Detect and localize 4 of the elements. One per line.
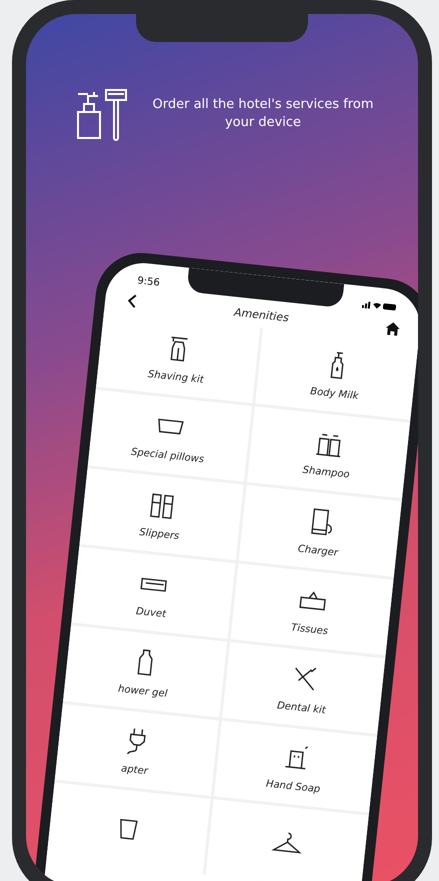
status-time: 9:56 <box>136 274 160 288</box>
promo-text: Order all the hotel's services from your device <box>152 96 374 132</box>
status-icons-icon <box>362 300 396 312</box>
amenity-item[interactable]: Body Milk <box>254 328 418 420</box>
